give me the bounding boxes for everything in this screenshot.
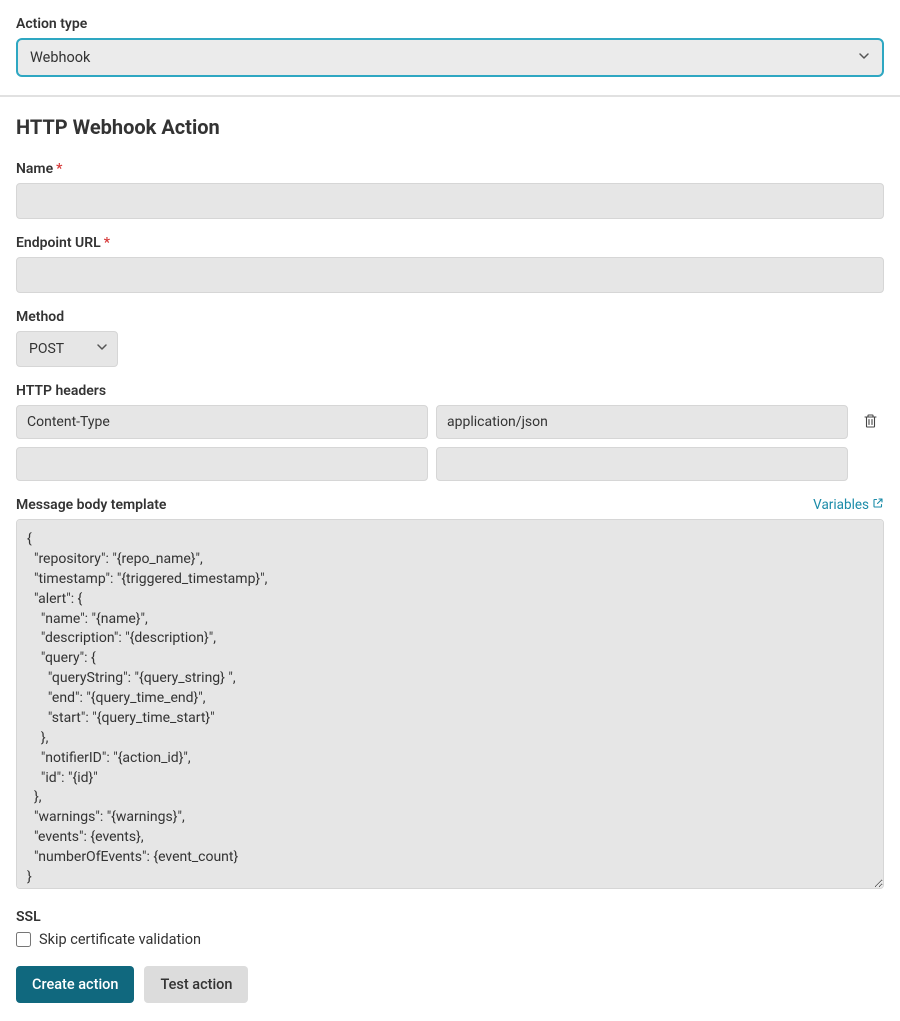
test-action-button[interactable]: Test action [144, 966, 248, 1003]
trash-icon [863, 413, 878, 432]
header-value-input[interactable] [436, 405, 848, 439]
skip-certificate-label[interactable]: Skip certificate validation [39, 931, 201, 948]
name-input[interactable] [16, 183, 884, 219]
action-type-select[interactable]: Webhook [16, 38, 884, 77]
section-title: HTTP Webhook Action [16, 115, 884, 139]
name-label: Name* [16, 161, 884, 177]
method-select[interactable]: POST [16, 331, 118, 367]
skip-certificate-checkbox[interactable] [16, 932, 31, 947]
http-headers-label: HTTP headers [16, 383, 884, 399]
message-body-label: Message body template [16, 497, 166, 513]
action-type-label: Action type [16, 16, 884, 32]
header-key-input[interactable] [16, 447, 428, 481]
method-label: Method [16, 309, 884, 325]
message-body-textarea[interactable] [16, 519, 884, 889]
endpoint-url-input[interactable] [16, 257, 884, 293]
variables-link[interactable]: Variables [813, 497, 884, 513]
ssl-label: SSL [16, 909, 884, 925]
header-key-input[interactable] [16, 405, 428, 439]
header-value-input[interactable] [436, 447, 848, 481]
external-link-icon [872, 497, 884, 513]
delete-header-button[interactable] [856, 409, 884, 436]
create-action-button[interactable]: Create action [16, 966, 134, 1003]
endpoint-url-label: Endpoint URL* [16, 235, 884, 251]
required-asterisk: * [56, 161, 62, 177]
required-asterisk: * [104, 235, 110, 251]
